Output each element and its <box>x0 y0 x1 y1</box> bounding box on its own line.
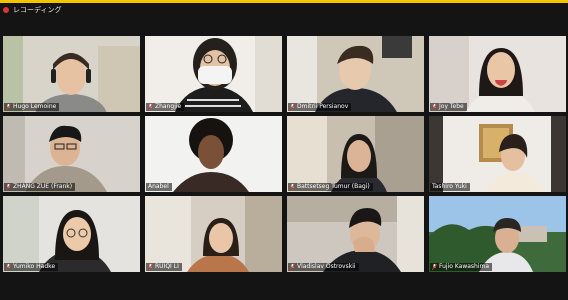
video-feed <box>287 116 424 192</box>
video-feed <box>145 196 282 272</box>
video-tile-yumiko-hadke[interactable]: Yumiko Hadke <box>3 196 140 272</box>
muted-mic-icon <box>290 184 295 190</box>
participant-name-tag: Fujio Kawashima <box>430 263 493 271</box>
muted-mic-icon <box>290 264 295 270</box>
video-tile-zhangjie[interactable]: Zhangjie <box>145 36 282 112</box>
muted-mic-icon <box>432 104 437 110</box>
participant-name: Anabel <box>148 183 169 190</box>
video-feed <box>287 36 424 112</box>
participant-name: Hugo Lemoine <box>13 103 57 110</box>
participant-name-tag: Dmitrii Persianov <box>288 103 352 111</box>
participant-name-tag: Zhangjie <box>146 103 185 111</box>
video-tile-tashiro-yuki[interactable]: Tashiro Yuki <box>429 116 566 192</box>
muted-mic-icon <box>148 104 153 110</box>
recording-dot-icon <box>3 7 9 13</box>
participant-name: Battsetseg Tumur (Bagi) <box>297 183 370 190</box>
video-tile-fujio-kawashima[interactable]: Fujio Kawashima <box>429 196 566 272</box>
video-tile-hugo-lemoine[interactable]: Hugo Lemoine <box>3 36 140 112</box>
video-feed <box>145 116 282 192</box>
video-tile-ruiqi-li[interactable]: RUIQI LI <box>145 196 282 272</box>
video-feed <box>3 196 140 272</box>
video-tile-dmitrii-persianov[interactable]: Dmitrii Persianov <box>287 36 424 112</box>
muted-mic-icon <box>148 264 153 270</box>
participant-name-tag: RUIQI LI <box>146 263 182 271</box>
participant-name: RUIQI LI <box>155 263 179 270</box>
participant-name: Tashiro Yuki <box>432 183 467 190</box>
video-feed <box>429 36 566 112</box>
video-feed <box>145 36 282 112</box>
recording-label: レコーディング <box>13 6 62 14</box>
video-tile-battsetseg-tumur[interactable]: Battsetseg Tumur (Bagi) <box>287 116 424 192</box>
video-tile-vladislav-ostrovskii[interactable]: Vladislav Ostrovskii <box>287 196 424 272</box>
participant-name-tag: Battsetseg Tumur (Bagi) <box>288 183 373 191</box>
participant-name-tag: Tashiro Yuki <box>430 183 470 191</box>
video-feed <box>3 116 140 192</box>
muted-mic-icon <box>290 104 295 110</box>
participant-name-tag: ZHANG ZUE (Frank) <box>4 183 76 191</box>
participant-name: Fujio Kawashima <box>439 263 490 270</box>
recording-indicator[interactable]: レコーディング <box>0 3 568 17</box>
participant-name-tag: Yumiko Hadke <box>4 263 59 271</box>
muted-mic-icon <box>6 104 11 110</box>
participant-name: ZHANG ZUE (Frank) <box>13 183 73 190</box>
video-tile-zhang-zue[interactable]: ZHANG ZUE (Frank) <box>3 116 140 192</box>
participant-name: Yumiko Hadke <box>13 263 56 270</box>
video-feed <box>429 116 566 192</box>
video-tile-joy-tebe[interactable]: Joy Tebe <box>429 36 566 112</box>
participant-name-tag: Joy Tebe <box>430 103 467 111</box>
muted-mic-icon <box>6 264 11 270</box>
muted-mic-icon <box>432 264 437 270</box>
video-feed <box>429 196 566 272</box>
participant-name-tag: Anabel <box>146 183 172 191</box>
participant-name-tag: Vladislav Ostrovskii <box>288 263 359 271</box>
participant-name: Zhangjie <box>155 103 182 110</box>
participant-name: Joy Tebe <box>439 103 464 110</box>
video-feed <box>287 196 424 272</box>
participant-name: Dmitrii Persianov <box>297 103 349 110</box>
muted-mic-icon <box>6 184 11 190</box>
video-tile-anabel[interactable]: Anabel <box>145 116 282 192</box>
video-gallery: Hugo Lemoine Zhangjie Dmitrii Persianov … <box>3 36 566 272</box>
participant-name: Vladislav Ostrovskii <box>297 263 356 270</box>
participant-name-tag: Hugo Lemoine <box>4 103 60 111</box>
video-feed <box>3 36 140 112</box>
